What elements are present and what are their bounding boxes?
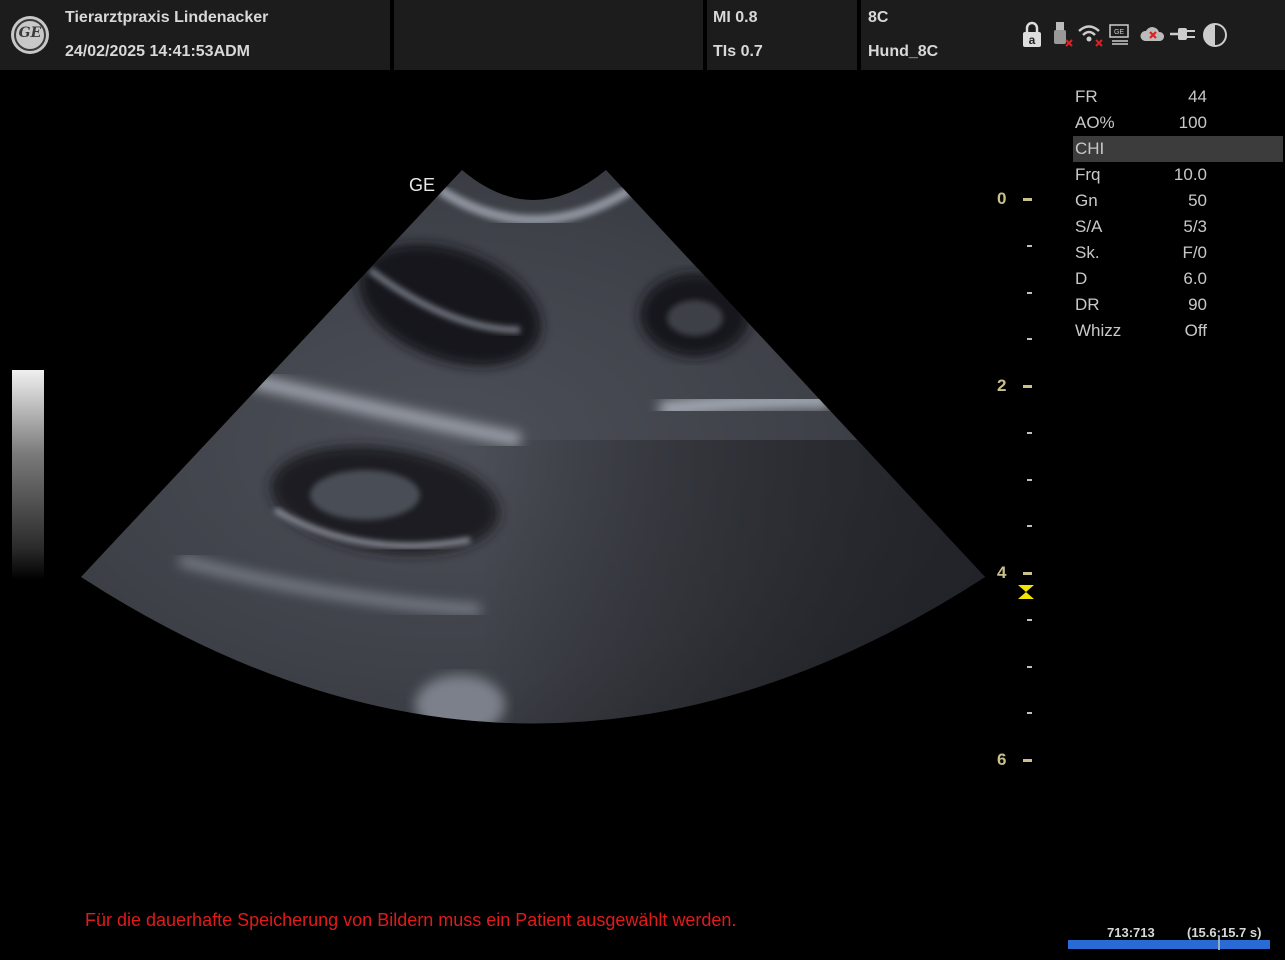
depth-tick — [1027, 338, 1032, 340]
depth-label: 0 — [997, 189, 1007, 208]
depth-tick — [1027, 619, 1032, 621]
depth-label: 2 — [997, 376, 1007, 395]
depth-tick — [1027, 245, 1032, 247]
cine-loop-bar[interactable] — [1068, 940, 1270, 949]
depth-tick — [1027, 666, 1032, 668]
depth-tick — [1023, 385, 1032, 388]
focus-marker-icon[interactable] — [1017, 584, 1035, 600]
depth-tick — [1027, 479, 1032, 481]
patient-warning-message: Für die dauerhafte Speicherung von Bilde… — [85, 910, 737, 930]
cine-loop-fill — [1068, 940, 1270, 949]
cine-position-marker[interactable] — [1218, 936, 1220, 950]
depth-tick — [1023, 198, 1032, 201]
depth-tick — [1027, 525, 1032, 527]
orientation-marker: GE — [409, 175, 435, 195]
cine-frame-counter: 713:713 — [1107, 925, 1155, 940]
depth-label: 4 — [997, 563, 1007, 582]
cine-time-counter: (15.6:15.7 s) — [1187, 925, 1262, 940]
depth-tick — [1023, 759, 1032, 762]
depth-tick — [1027, 712, 1032, 714]
ultrasound-image[interactable]: GE — [0, 0, 1285, 960]
depth-label: 6 — [997, 750, 1007, 769]
depth-tick — [1027, 292, 1032, 294]
depth-tick — [1023, 572, 1032, 575]
depth-tick — [1027, 432, 1032, 434]
